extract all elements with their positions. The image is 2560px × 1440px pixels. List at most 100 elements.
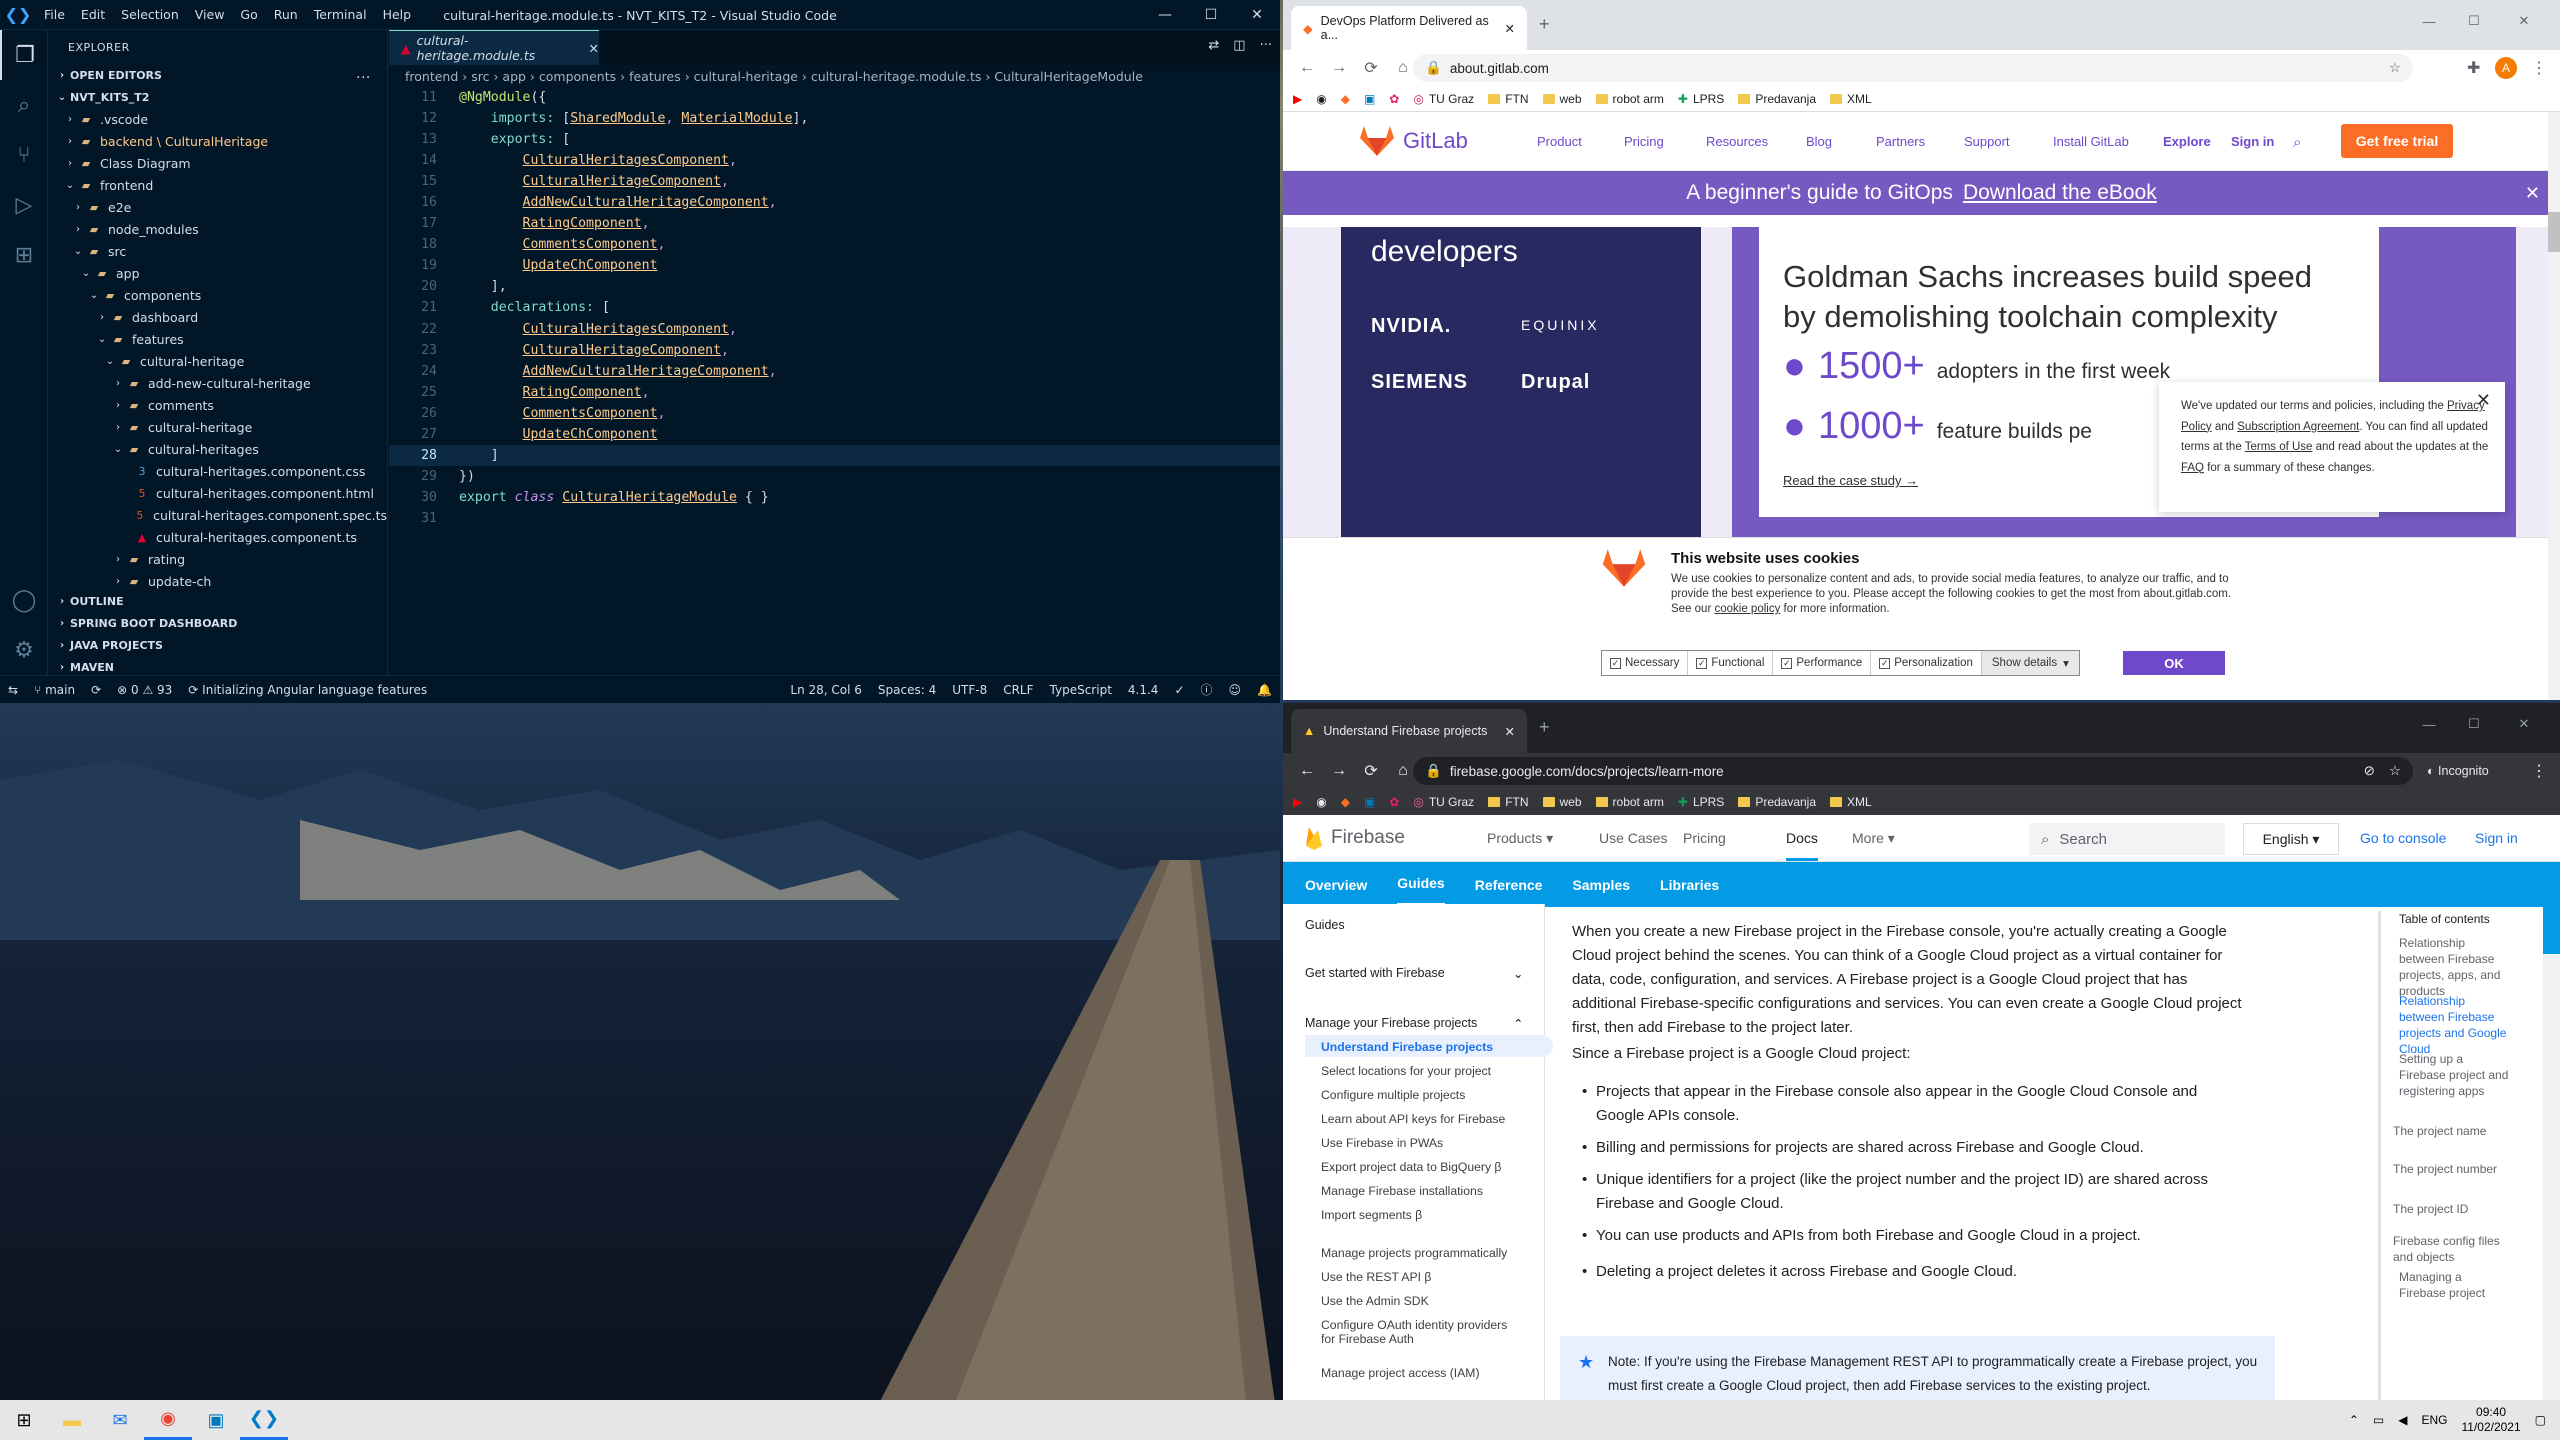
- code-line[interactable]: 14 CulturalHeritagesComponent,: [389, 150, 1280, 171]
- subscription-agreement-link[interactable]: Subscription Agreement: [2237, 421, 2359, 433]
- forward-arrow-icon[interactable]: →: [1323, 762, 1355, 780]
- code-line[interactable]: 11 @NgModule({: [389, 87, 1280, 108]
- code-line[interactable]: 23 CulturalHeritageComponent,: [389, 340, 1280, 361]
- tree-item[interactable]: › ▰ comments: [48, 394, 387, 416]
- bookmark-web[interactable]: web: [1542, 795, 1582, 809]
- address-bar[interactable]: 🔒 about.gitlab.com ☆: [1413, 54, 2413, 82]
- nav-support[interactable]: Support: [1964, 134, 2010, 149]
- maximize-button[interactable]: ☐: [2453, 709, 2495, 739]
- ts-version[interactable]: 4.1.4: [1120, 683, 1167, 697]
- nav-blog[interactable]: Blog: [1806, 134, 1832, 149]
- close-tab-icon[interactable]: ✕: [1505, 724, 1515, 739]
- menu-file[interactable]: File: [36, 7, 73, 22]
- bookmark-predavanja[interactable]: Predavanja: [1738, 92, 1816, 106]
- scrollbar-thumb[interactable]: [2548, 212, 2560, 252]
- tree-item[interactable]: 3 cultural-heritages.component.css: [48, 460, 387, 482]
- nav-item[interactable]: Use the REST API β: [1321, 1270, 1521, 1284]
- bookmark-star-icon[interactable]: ☆: [2389, 763, 2401, 779]
- tree-item[interactable]: ⌄ ▰ cultural-heritage: [48, 350, 387, 372]
- reload-icon[interactable]: ⟳: [1355, 761, 1387, 781]
- line-endings[interactable]: CRLF: [995, 683, 1041, 697]
- tree-item[interactable]: › ▰ add-new-cultural-heritage: [48, 372, 387, 394]
- nav-item[interactable]: Understand Firebase projects: [1321, 1040, 1521, 1054]
- page-scrollbar[interactable]: [2543, 904, 2560, 1400]
- tab-reference[interactable]: Reference: [1475, 877, 1543, 893]
- cookie-policy-link[interactable]: cookie policy: [1714, 603, 1780, 615]
- show-details-dropdown[interactable]: Show details ▾: [1981, 651, 2079, 675]
- code-line[interactable]: 21 declarations: [: [389, 297, 1280, 318]
- search-icon[interactable]: ⌕: [0, 80, 48, 130]
- tree-item[interactable]: › ▰ Class Diagram: [48, 152, 387, 174]
- branch-indicator[interactable]: ⑂ main: [26, 683, 83, 697]
- search-input[interactable]: ⌕ Search: [2029, 823, 2225, 855]
- tree-item[interactable]: › ▰ backend \ CulturalHeritage: [48, 130, 387, 152]
- nav-guides[interactable]: Guides: [1305, 918, 1345, 932]
- sync-icon[interactable]: ⟳: [83, 683, 109, 697]
- tree-item[interactable]: ▲ cultural-heritages.component.ts: [48, 526, 387, 548]
- bookmark-ftn[interactable]: FTN: [1488, 92, 1529, 106]
- language-mode[interactable]: TypeScript: [1042, 683, 1120, 697]
- java-projects-section[interactable]: › JAVA PROJECTS: [48, 634, 388, 656]
- outline-section[interactable]: › OUTLINE: [48, 590, 388, 612]
- bookmark-robot-arm[interactable]: robot arm: [1595, 92, 1664, 106]
- page-scrollbar[interactable]: [2548, 112, 2560, 700]
- tab-overview[interactable]: Overview: [1305, 877, 1367, 893]
- vscode-app-icon[interactable]: ❮❯: [240, 1400, 288, 1440]
- chrome-app-icon[interactable]: ◉: [144, 1400, 192, 1440]
- workspace-section[interactable]: ⌄ NVT_KITS_T2: [48, 86, 387, 108]
- clock[interactable]: 09:40 11/02/2021: [2461, 1405, 2520, 1435]
- trello-bookmark-icon[interactable]: ▣: [1364, 92, 1375, 106]
- browser-tab-firebase[interactable]: ▲ Understand Firebase projects ✕: [1291, 709, 1527, 753]
- nav-item[interactable]: Manage project access (IAM): [1321, 1366, 1521, 1380]
- toc-item[interactable]: Setting up a Firebase project and regist…: [2399, 1051, 2509, 1099]
- bookmark-app-icon[interactable]: ✿: [1389, 92, 1399, 106]
- firebase-logo[interactable]: Firebase: [1305, 826, 1405, 850]
- menu-edit[interactable]: Edit: [73, 7, 113, 22]
- tab-libraries[interactable]: Libraries: [1660, 877, 1719, 893]
- menu-go[interactable]: Go: [232, 7, 265, 22]
- toc-item[interactable]: The project name: [2393, 1123, 2503, 1139]
- nav-products[interactable]: Products ▾: [1487, 830, 1553, 847]
- code-line[interactable]: 16 AddNewCulturalHeritageComponent,: [389, 192, 1280, 213]
- code-line[interactable]: 20 ],: [389, 276, 1280, 297]
- address-bar[interactable]: 🔒 firebase.google.com/docs/projects/lear…: [1413, 757, 2413, 785]
- outlook-app-icon[interactable]: ✉: [96, 1400, 144, 1440]
- settings-gear-icon[interactable]: ⚙: [0, 625, 48, 675]
- bookmark-xml[interactable]: XML: [1830, 92, 1872, 106]
- cookie-necessary-checkbox[interactable]: ✓ Necessary: [1602, 651, 1689, 675]
- minimize-button[interactable]: —: [2408, 6, 2450, 36]
- nav-item[interactable]: Import segments β: [1321, 1208, 1521, 1222]
- bookmark-web[interactable]: web: [1542, 92, 1582, 106]
- close-button[interactable]: ✕: [2503, 6, 2545, 36]
- bookmark-tu-graz[interactable]: ◎ TU Graz: [1413, 795, 1474, 809]
- trello-bookmark-icon[interactable]: ▣: [1364, 795, 1375, 809]
- tab-samples[interactable]: Samples: [1572, 877, 1630, 893]
- extensions-puzzle-icon[interactable]: ✚: [2467, 58, 2480, 78]
- forward-arrow-icon[interactable]: →: [1323, 59, 1355, 77]
- start-windows-icon[interactable]: ⊞: [0, 1400, 48, 1440]
- terms-of-use-link[interactable]: Terms of Use: [2245, 441, 2313, 453]
- notifications-bell-icon[interactable]: 🔔: [1249, 683, 1280, 697]
- breadcrumb[interactable]: frontend › src › app › components › feat…: [389, 65, 1280, 87]
- faq-link[interactable]: FAQ: [2181, 462, 2204, 474]
- menu-run[interactable]: Run: [266, 7, 306, 22]
- youtube-bookmark-icon[interactable]: ▶: [1293, 92, 1302, 106]
- tree-item[interactable]: 5 cultural-heritages.component.spec.ts: [48, 504, 387, 526]
- feedback-icon[interactable]: ☺: [1221, 683, 1250, 697]
- nav-get-started[interactable]: Get started with Firebase: [1305, 966, 1445, 980]
- tree-item[interactable]: › ▰ update-ch: [48, 570, 387, 592]
- code-line[interactable]: 24 AddNewCulturalHeritageComponent,: [389, 361, 1280, 382]
- github-bookmark-icon[interactable]: ◉: [1316, 795, 1326, 809]
- search-icon[interactable]: ⌕: [2293, 134, 2301, 151]
- nav-item[interactable]: Manage Firebase installations: [1321, 1184, 1521, 1198]
- tab-guides[interactable]: Guides: [1397, 863, 1445, 906]
- nav-sign-in[interactable]: Sign in: [2231, 134, 2274, 149]
- code-line[interactable]: 22 CulturalHeritagesComponent,: [389, 319, 1280, 340]
- show-hidden-icons-icon[interactable]: ⌃: [2349, 1413, 2359, 1427]
- close-tab-icon[interactable]: ✕: [1505, 21, 1515, 36]
- nav-item[interactable]: Configure OAuth identity providers for F…: [1321, 1318, 1521, 1346]
- bookmark-star-icon[interactable]: ☆: [2389, 60, 2401, 76]
- tree-item[interactable]: › ▰ e2e: [48, 196, 387, 218]
- tree-item[interactable]: ⌄ ▰ app: [48, 262, 387, 284]
- gitlab-logo[interactable]: GitLab: [1359, 125, 1468, 157]
